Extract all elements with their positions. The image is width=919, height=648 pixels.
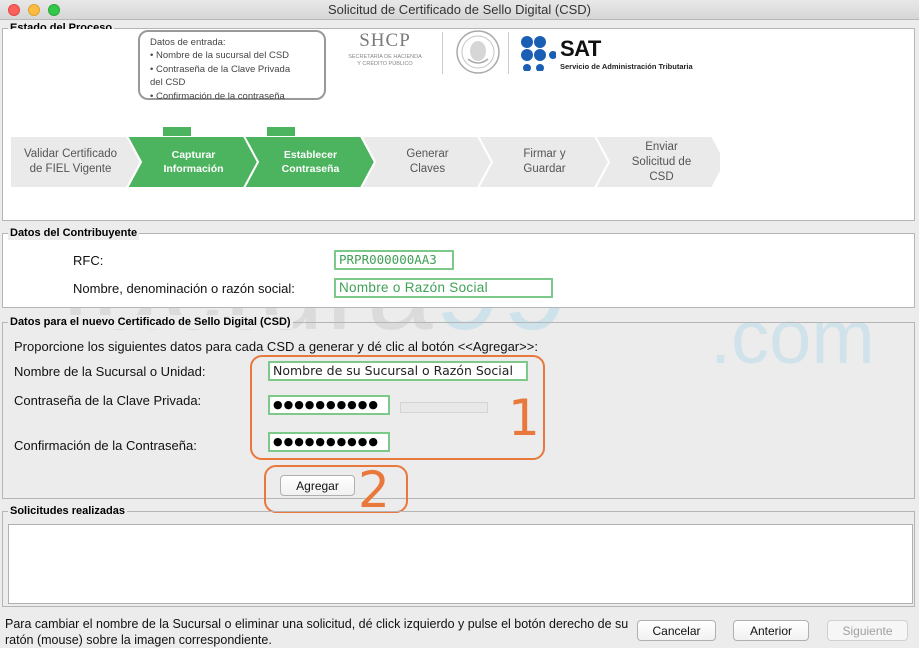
mexico-seal-icon: [455, 29, 501, 75]
window-title: Solicitud de Certificado de Sello Digita…: [327, 2, 591, 17]
title-bar: Solicitud de Certificado de Sello Digita…: [0, 0, 919, 20]
rfc-label: RFC:: [73, 253, 104, 268]
password-label: Contraseña de la Clave Privada:: [14, 393, 202, 408]
cancel-button[interactable]: Cancelar: [637, 620, 716, 641]
rfc-field[interactable]: PRPR000000AA3: [334, 250, 454, 270]
sat-logo-icon: [520, 35, 557, 72]
step-label-6: Enviar Solicitud de CSD: [631, 140, 692, 183]
step-label-1: Validar Certificado de FIEL Vigente: [23, 148, 118, 175]
solicitudes-list[interactable]: [8, 524, 913, 604]
process-steps: Validar Certificado de FIEL Vigente Captur…: [10, 136, 720, 188]
step-label-4: Generar Claves: [406, 148, 449, 175]
footer-help-text: Para cambiar el nombre de la Sucursal o …: [5, 617, 629, 647]
back-button[interactable]: Anterior: [733, 620, 809, 641]
agregar-button[interactable]: Agregar: [280, 475, 355, 496]
annotation-number-1: 1: [508, 389, 540, 447]
shcp-logo: SHCP SECRETARÍA DE HACIENDA Y CRÉDITO PÚB…: [348, 30, 422, 67]
confirm-label: Confirmación de la Contraseña:: [14, 438, 197, 453]
annotation-number-2: 2: [358, 461, 390, 519]
sat-logo-text: SAT: [560, 36, 601, 61]
nuevo-csd-legend: Datos para el nuevo Certificado de Sello…: [8, 315, 293, 329]
sat-logo-subtitle: Servicio de Administración Tributaria: [560, 62, 693, 71]
next-button[interactable]: Siguiente: [827, 620, 908, 641]
solicitudes-panel: Solicitudes realizadas: [2, 504, 915, 607]
step-label-2: Capturar Información: [163, 149, 224, 175]
nombre-label: Nombre, denominación o razón social:: [73, 281, 295, 296]
razon-social-field[interactable]: Nombre o Razón Social: [334, 278, 553, 298]
solicitudes-legend: Solicitudes realizadas: [8, 504, 127, 518]
sucursal-label: Nombre de la Sucursal o Unidad:: [14, 364, 206, 379]
contribuyente-legend: Datos del Contribuyente: [8, 226, 140, 240]
input-data-callout: Datos de entrada: • Nombre de la sucursa…: [138, 30, 326, 102]
step-label-5: Firmar y Guardar: [523, 148, 566, 175]
instructions-text: Proporcione los siguientes datos para ca…: [14, 339, 538, 354]
annotation-box-1: [250, 355, 545, 460]
step-label-3: Establecer Contraseña: [281, 149, 340, 175]
